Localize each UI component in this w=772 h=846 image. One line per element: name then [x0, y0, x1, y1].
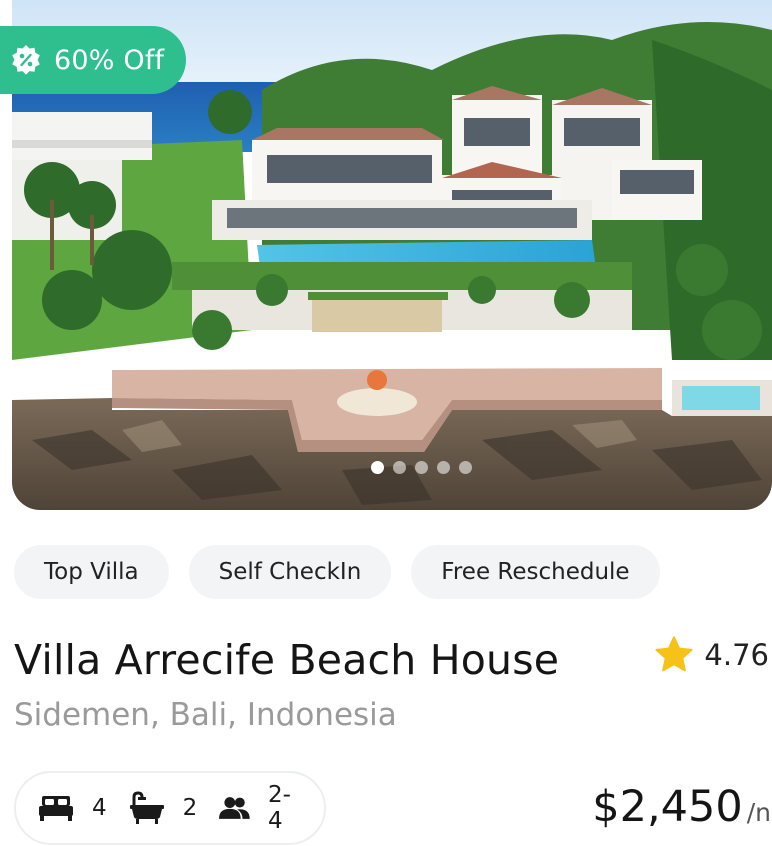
- star-icon: [655, 636, 693, 672]
- bed-icon: [39, 796, 73, 821]
- carousel-dot[interactable]: [436, 461, 450, 474]
- price-unit: /n: [746, 798, 771, 827]
- discount-tag-icon: [12, 45, 40, 75]
- bedrooms: 4: [38, 794, 107, 822]
- listing-title: Villa Arrecife Beach House: [14, 636, 560, 684]
- rating: 4.76: [654, 636, 769, 674]
- tag-chip[interactable]: Self CheckIn: [188, 545, 392, 599]
- tag-chip[interactable]: Free Reschedule: [411, 545, 660, 599]
- bedrooms-count: 4: [92, 795, 107, 821]
- carousel-dot[interactable]: [370, 461, 384, 474]
- amenities-summary: 4 2 2-4: [14, 771, 326, 845]
- tag-chip[interactable]: Top Villa: [14, 545, 169, 599]
- discount-label: 60% Off: [54, 44, 165, 76]
- guests: 2-4: [219, 782, 302, 834]
- tag-list: Top Villa Self CheckIn Free Reschedule: [14, 545, 660, 599]
- guests-icon: [219, 797, 251, 819]
- rating-value: 4.76: [704, 638, 769, 672]
- bathtub-icon: [129, 791, 164, 824]
- carousel-dot[interactable]: [414, 461, 428, 474]
- listing-location: Sidemen, Bali, Indonesia: [14, 697, 397, 733]
- carousel-dot[interactable]: [392, 461, 406, 474]
- bathrooms: 2: [129, 791, 198, 825]
- carousel-dot[interactable]: [458, 461, 472, 474]
- price: $2,450 /n: [592, 782, 771, 832]
- discount-badge: 60% Off: [0, 26, 187, 94]
- guests-count: 2-4: [268, 782, 291, 834]
- carousel-indicator: [12, 461, 772, 474]
- bathrooms-count: 2: [182, 795, 198, 821]
- price-amount: $2,450: [592, 782, 743, 832]
